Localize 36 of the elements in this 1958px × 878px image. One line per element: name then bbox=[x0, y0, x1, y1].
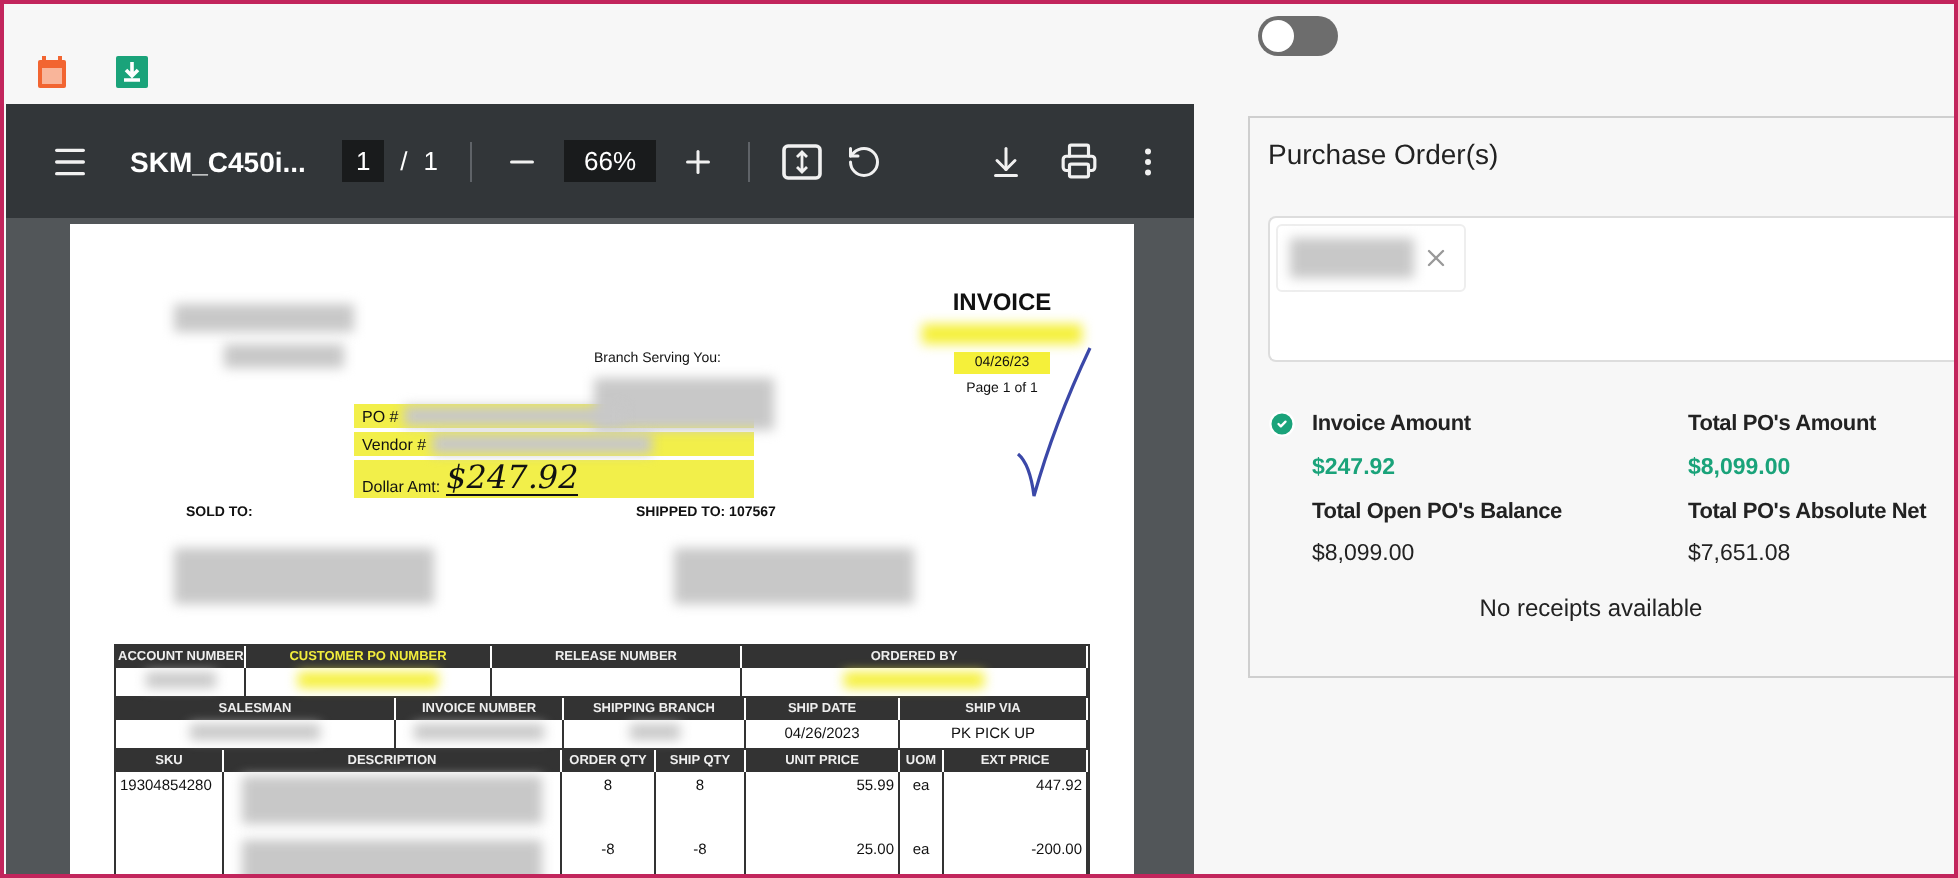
summary-value: $8,099.00 bbox=[1312, 542, 1417, 566]
print-icon[interactable] bbox=[1060, 142, 1098, 180]
calendar-icon[interactable] bbox=[36, 56, 68, 88]
fit-page-icon[interactable] bbox=[782, 143, 823, 179]
summary-value: $7,651.08 bbox=[1688, 542, 1793, 566]
invoice-title: INVOICE bbox=[952, 288, 1052, 316]
rotate-icon[interactable] bbox=[846, 143, 883, 179]
redacted-cell bbox=[145, 672, 215, 688]
close-icon[interactable] bbox=[1422, 244, 1450, 272]
page-total: 1 bbox=[423, 146, 439, 176]
purchase-order-field[interactable] bbox=[1268, 216, 1954, 362]
page-separator: / bbox=[400, 146, 408, 176]
summary-label: Total PO's Amount bbox=[1688, 411, 1878, 435]
file-name: SKM_C450i... bbox=[130, 145, 306, 177]
no-receipts-note: No receipts available bbox=[1477, 594, 1705, 622]
card-title: Purchase Order(s) bbox=[1268, 138, 1501, 170]
summary-value: $247.92 bbox=[1312, 456, 1398, 480]
toggle-switch[interactable] bbox=[1258, 16, 1338, 56]
redacted-cell bbox=[629, 724, 679, 740]
handwritten-amount: $247.92 bbox=[446, 462, 579, 496]
redacted-text bbox=[1290, 238, 1414, 278]
zoom-field[interactable]: 66% bbox=[564, 140, 657, 182]
stamp-label: PO # bbox=[362, 408, 399, 426]
page-number-field[interactable]: 1 bbox=[341, 140, 385, 182]
highlighted-redacted-cell bbox=[298, 672, 438, 688]
summary-label: Invoice Amount bbox=[1312, 412, 1473, 436]
summary-label: Total Open PO's Balance bbox=[1312, 500, 1564, 524]
summary-value: $8,099.00 bbox=[1688, 455, 1793, 479]
stamp-label: Dollar Amt: bbox=[362, 478, 441, 496]
highlighted-redacted-cell bbox=[844, 672, 984, 688]
redacted-cell bbox=[190, 724, 320, 740]
download-icon[interactable] bbox=[988, 143, 1024, 179]
summary-label: Total PO's Absolute Net bbox=[1688, 500, 1929, 524]
redacted-cell bbox=[414, 724, 544, 740]
redacted-text bbox=[224, 344, 344, 368]
stamp-label: Vendor # bbox=[362, 436, 427, 454]
